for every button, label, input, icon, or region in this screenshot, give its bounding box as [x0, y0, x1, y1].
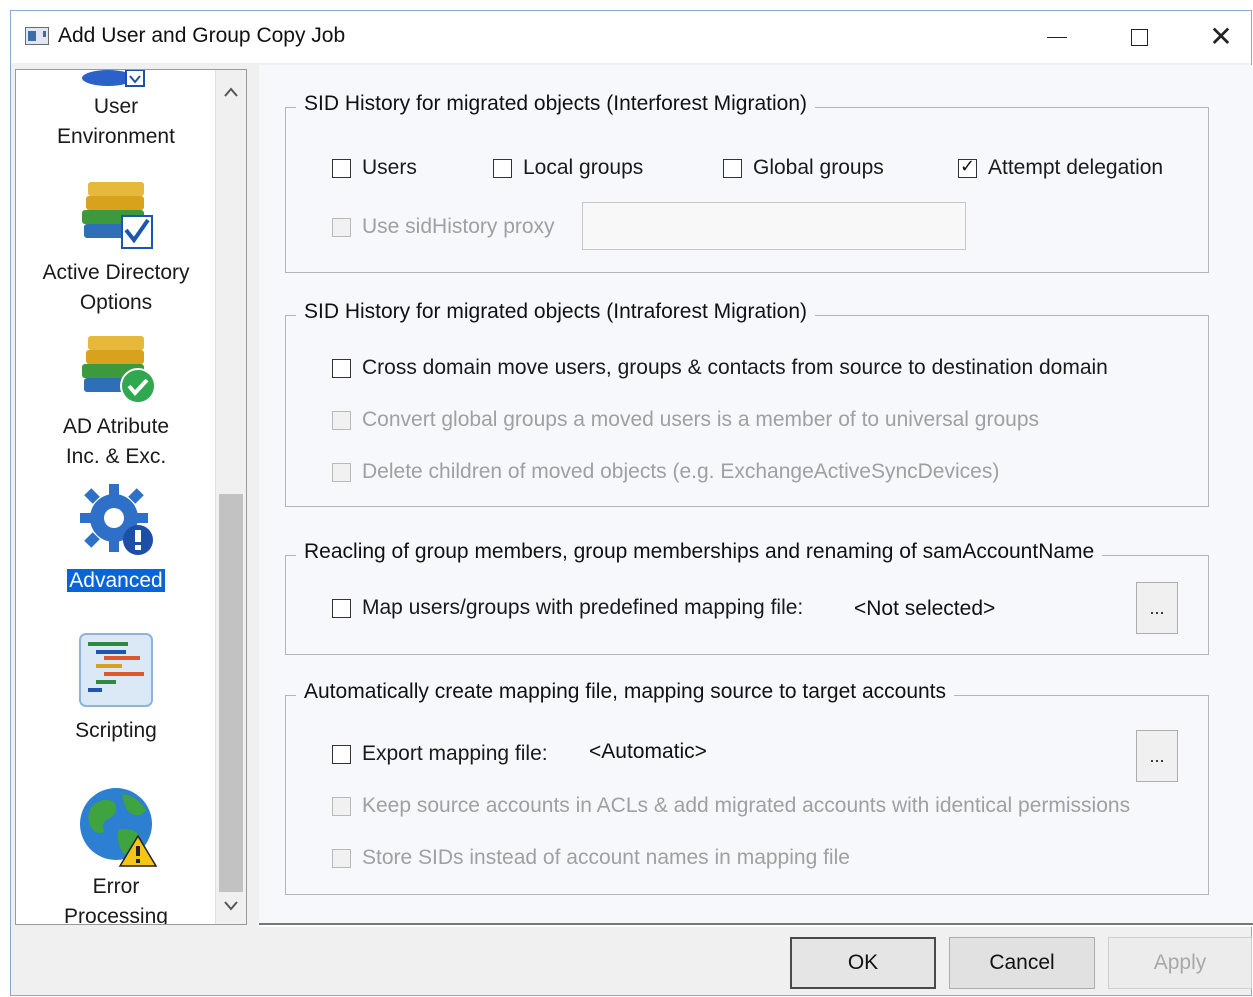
- sidebar-item-label: Scripting: [75, 719, 157, 742]
- use-proxy-checkbox[interactable]: [332, 217, 351, 237]
- sidebar-item-label-text: Advanced: [66, 568, 166, 593]
- users-checkbox-row[interactable]: Users: [332, 156, 417, 180]
- group-legend: Automatically create mapping file, mappi…: [296, 680, 955, 704]
- attempt-delegation-checkbox-row[interactable]: Attempt delegation: [958, 156, 1163, 180]
- books-check-icon: [82, 182, 153, 249]
- mapping-file-value: <Not selected>: [854, 597, 996, 620]
- use-proxy-checkbox-row[interactable]: Use sidHistory proxy: [332, 215, 555, 239]
- scroll-thumb[interactable]: [219, 494, 243, 892]
- proxy-input[interactable]: [582, 202, 966, 250]
- global-groups-checkbox-row[interactable]: Global groups: [723, 156, 884, 180]
- local-groups-checkbox[interactable]: [493, 158, 512, 178]
- convert-global-checkbox[interactable]: [332, 410, 351, 430]
- footer-separator: [259, 923, 1253, 925]
- script-icon: [79, 633, 153, 707]
- map-users-checkbox[interactable]: [332, 598, 351, 618]
- convert-global-checkbox-row[interactable]: Convert global groups a moved users is a…: [332, 408, 1039, 432]
- use-proxy-label: Use sidHistory proxy: [362, 215, 555, 238]
- gear-alert-icon: [80, 484, 153, 555]
- books-checkmark-icon: [82, 336, 156, 404]
- delete-children-checkbox[interactable]: [332, 462, 351, 482]
- app-icon: [25, 27, 49, 45]
- sidebar-item-label: Error: [92, 875, 140, 898]
- scroll-up-button[interactable]: [216, 76, 246, 108]
- sidebar-item-label: Active Directory: [42, 261, 190, 284]
- chevron-down-icon: [224, 901, 238, 911]
- scroll-down-button[interactable]: [216, 890, 246, 922]
- delete-children-checkbox-row[interactable]: Delete children of moved objects (e.g. E…: [332, 460, 999, 484]
- minimize-icon: [1047, 36, 1067, 38]
- sidebar-item-scripting[interactable]: Scripting: [16, 632, 216, 752]
- sidebar-scrollbar[interactable]: [215, 70, 246, 924]
- title-bar: Add User and Group Copy Job ✕: [11, 11, 1251, 63]
- map-users-checkbox-row[interactable]: Map users/groups with predefined mapping…: [332, 596, 803, 620]
- local-groups-label: Local groups: [523, 156, 644, 179]
- sidebar-item-label: Processing: [64, 905, 168, 925]
- store-sids-label: Store SIDs instead of account names in m…: [362, 846, 850, 869]
- local-groups-checkbox-row[interactable]: Local groups: [493, 156, 643, 180]
- sidebar-item-label: Advanced: [16, 566, 216, 596]
- group-reacling: Reacling of group members, group members…: [285, 540, 1209, 655]
- group-legend: Reacling of group members, group members…: [296, 540, 1103, 564]
- store-sids-checkbox-row[interactable]: Store SIDs instead of account names in m…: [332, 846, 850, 870]
- close-icon: ✕: [1209, 21, 1233, 52]
- convert-global-label: Convert global groups a moved users is a…: [362, 408, 1040, 431]
- sidebar-item-label: User: [93, 95, 139, 118]
- close-button[interactable]: ✕: [1181, 11, 1253, 63]
- main-panel: SID History for migrated objects (Interf…: [259, 65, 1253, 927]
- sidebar-item-error-processing[interactable]: Error Processing: [16, 784, 216, 925]
- group-legend-text: SID History for migrated objects (Intraf…: [304, 300, 807, 323]
- keep-source-label: Keep source accounts in ACLs & add migra…: [362, 794, 1131, 817]
- sidebar-item-label: Inc. & Exc.: [65, 445, 167, 468]
- export-label: Export mapping file:: [362, 742, 548, 765]
- cross-domain-checkbox-row[interactable]: Cross domain move users, groups & contac…: [332, 356, 1108, 380]
- sidebar-item-user-environment[interactable]: User Environment: [16, 70, 216, 160]
- dialog-window: Add User and Group Copy Job ✕ User Envir…: [10, 10, 1253, 996]
- export-file-value: <Automatic>: [589, 740, 707, 763]
- ok-button[interactable]: OK: [790, 937, 936, 989]
- sidebar-item-label: AD Atribute: [62, 415, 170, 438]
- users-label: Users: [362, 156, 417, 179]
- users-checkbox[interactable]: [332, 158, 351, 178]
- minimize-button[interactable]: [1017, 11, 1097, 63]
- chevron-up-icon: [224, 87, 238, 97]
- export-checkbox[interactable]: [332, 744, 351, 764]
- sidebar-item-active-directory-options[interactable]: Active Directory Options: [16, 170, 216, 320]
- sidebar-item-label: Options: [79, 291, 153, 314]
- group-legend: SID History for migrated objects (Intraf…: [296, 300, 815, 324]
- user-environment-icon: [82, 70, 145, 87]
- global-groups-label: Global groups: [753, 156, 884, 179]
- cross-domain-label: Cross domain move users, groups & contac…: [362, 356, 1108, 379]
- cancel-button[interactable]: Cancel: [949, 937, 1095, 989]
- export-checkbox-row[interactable]: Export mapping file:: [332, 742, 548, 766]
- group-auto-mapping: Automatically create mapping file, mappi…: [285, 680, 1209, 895]
- browse-export-file-button[interactable]: ...: [1136, 730, 1178, 782]
- attempt-delegation-checkbox[interactable]: [958, 156, 977, 178]
- maximize-button[interactable]: [1099, 11, 1179, 63]
- keep-source-checkbox[interactable]: [332, 796, 351, 816]
- group-legend: SID History for migrated objects (Interf…: [296, 92, 815, 116]
- apply-button[interactable]: Apply: [1108, 937, 1252, 989]
- group-legend-text: Automatically create mapping file, mappi…: [304, 680, 947, 703]
- group-interforest: SID History for migrated objects (Interf…: [285, 92, 1209, 273]
- attempt-delegation-label: Attempt delegation: [988, 156, 1164, 179]
- keep-source-checkbox-row[interactable]: Keep source accounts in ACLs & add migra…: [332, 794, 1130, 818]
- group-legend-text: SID History for migrated objects (Interf…: [304, 92, 807, 115]
- store-sids-checkbox[interactable]: [332, 848, 351, 868]
- sidebar-item-advanced[interactable]: Advanced: [16, 480, 216, 600]
- maximize-icon: [1130, 28, 1148, 46]
- group-intraforest: SID History for migrated objects (Intraf…: [285, 300, 1209, 507]
- globe-warning-icon: [80, 788, 158, 867]
- delete-children-label: Delete children of moved objects (e.g. E…: [362, 460, 1000, 483]
- global-groups-checkbox[interactable]: [723, 158, 742, 178]
- map-users-label: Map users/groups with predefined mapping…: [362, 596, 804, 619]
- window-title: Add User and Group Copy Job: [58, 24, 346, 47]
- group-legend-text: Reacling of group members, group members…: [304, 540, 1095, 563]
- cross-domain-checkbox[interactable]: [332, 358, 351, 378]
- sidebar-item-ad-attribute[interactable]: AD Atribute Inc. & Exc.: [16, 324, 216, 474]
- sidebar-item-label: Environment: [57, 125, 175, 148]
- browse-mapping-file-button[interactable]: ...: [1136, 582, 1178, 634]
- sidebar: User Environment Active Directory Option…: [15, 69, 247, 925]
